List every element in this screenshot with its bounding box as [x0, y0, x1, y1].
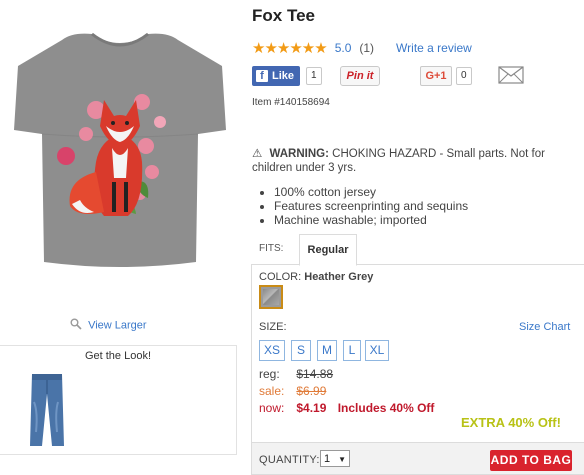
choking-warning: ⚠ WARNING: CHOKING HAZARD - Small parts.… — [252, 147, 577, 175]
envelope-icon[interactable] — [498, 66, 524, 89]
color-row: COLOR: Heather Grey — [259, 271, 373, 283]
facebook-like-label: Like — [272, 70, 295, 82]
color-swatch-heather-grey[interactable] — [259, 285, 283, 309]
product-image[interactable] — [0, 22, 240, 282]
size-option-xs[interactable]: XS — [259, 340, 285, 361]
pinterest-button[interactable]: Pin it — [340, 66, 380, 86]
google-plus-button[interactable]: G+1 — [420, 66, 452, 86]
facebook-like-button[interactable]: f Like — [252, 66, 300, 86]
regular-price: reg: $14.88 — [259, 367, 333, 381]
product-title: Fox Tee — [252, 6, 315, 25]
discount-note: Includes 40% Off — [337, 401, 435, 415]
feature-item: Machine washable; imported — [274, 213, 468, 227]
view-larger-link[interactable]: View Larger — [70, 318, 147, 333]
size-chart-link[interactable]: Size Chart — [519, 321, 570, 333]
tab-regular[interactable]: Regular — [299, 234, 357, 266]
color-value: Heather Grey — [304, 271, 374, 283]
size-option-s[interactable]: S — [291, 340, 311, 361]
tee-shirt-image — [14, 32, 226, 267]
size-option-m[interactable]: M — [317, 340, 337, 361]
review-count: (1) — [359, 41, 375, 55]
now-label: now: — [259, 401, 285, 415]
size-option-xl[interactable]: XL — [365, 340, 389, 361]
rating-stars-icon[interactable]: ★★★★★★ — [252, 39, 328, 57]
extra-discount-badge: EXTRA 40% Off! — [461, 415, 561, 430]
add-to-bag-button[interactable]: ADD TO BAG — [490, 450, 572, 471]
color-label: COLOR: — [259, 271, 302, 283]
now-price: now: $4.19 Includes 40% Off — [259, 401, 434, 415]
get-the-look-title: Get the Look! — [84, 350, 152, 362]
item-number: Item #140158694 — [252, 97, 330, 108]
view-larger-label[interactable]: View Larger — [88, 319, 147, 331]
reg-value: $14.88 — [296, 367, 334, 381]
warning-label: WARNING: — [269, 148, 329, 160]
reg-label: reg: — [259, 367, 280, 381]
quantity-select[interactable]: 1 ▼ — [320, 450, 350, 467]
sale-value: $6.99 — [296, 384, 327, 398]
write-review-link[interactable]: Write a review — [396, 41, 472, 55]
gplus-count: 0 — [456, 67, 472, 85]
feature-item: Features screenprinting and sequins — [274, 199, 468, 213]
sale-label: sale: — [259, 384, 285, 398]
like-count: 1 — [306, 67, 322, 85]
quantity-label: QUANTITY: — [259, 454, 320, 466]
rating-row: ★★★★★★ 5.0 (1) Write a review — [252, 39, 472, 57]
now-value: $4.19 — [296, 401, 327, 415]
sale-price: sale: $6.99 — [259, 384, 326, 398]
magnifier-icon — [70, 318, 82, 333]
quantity-value: 1 — [324, 453, 331, 465]
warning-icon: ⚠ — [252, 148, 263, 160]
feature-item: 100% cotton jersey — [274, 185, 468, 199]
fits-label: FITS: — [259, 243, 284, 254]
chevron-down-icon: ▼ — [338, 455, 346, 464]
get-the-look-box: Get the Look! — [0, 345, 237, 455]
rating-value[interactable]: 5.0 — [335, 41, 352, 55]
facebook-icon: f — [256, 70, 268, 82]
size-label: SIZE: — [259, 321, 287, 333]
size-option-l[interactable]: L — [343, 340, 361, 361]
jeans-thumbnail[interactable] — [28, 372, 66, 453]
feature-list: 100% cotton jersey Features screenprinti… — [252, 185, 468, 227]
